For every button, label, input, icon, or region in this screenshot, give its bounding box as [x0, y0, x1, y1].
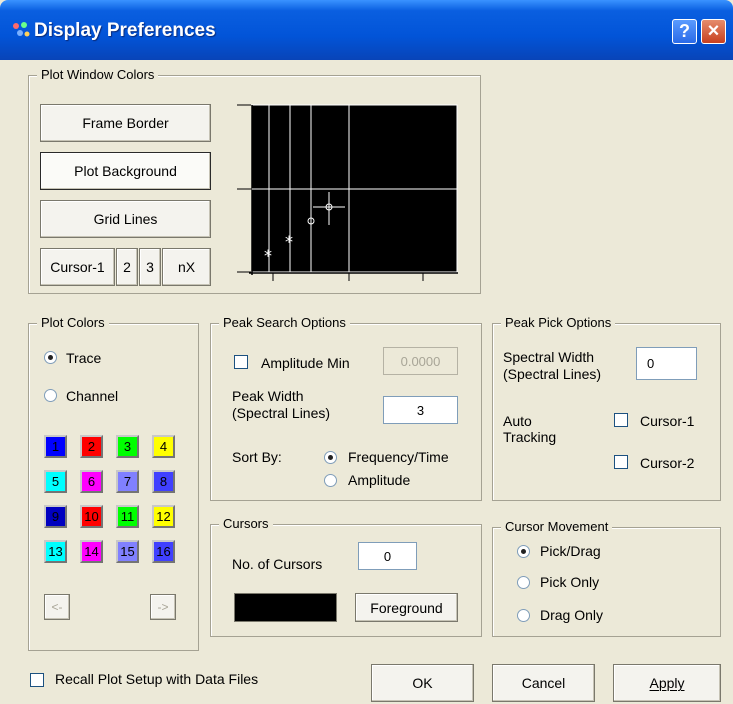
cursor1-color-button[interactable]: Cursor-1 — [40, 248, 115, 286]
sort-frequency-label: Frequency/Time — [348, 449, 449, 465]
color-swatch-10[interactable]: 10 — [80, 505, 103, 528]
nx-color-button[interactable]: nX — [162, 248, 211, 286]
recall-plot-setup-checkbox[interactable] — [30, 673, 44, 687]
drag-only-radio[interactable] — [517, 609, 530, 622]
color-swatch-2[interactable]: 2 — [80, 435, 103, 458]
peak-width-input[interactable]: 3 — [383, 396, 458, 424]
spectral-width-input[interactable]: 0 — [636, 347, 697, 380]
spectral-width-sublabel: (Spectral Lines) — [503, 366, 602, 382]
color-swatch-15[interactable]: 15 — [116, 540, 139, 563]
color-swatch-4[interactable]: 4 — [152, 435, 175, 458]
ok-button[interactable]: OK — [371, 664, 474, 702]
drag-only-label: Drag Only — [540, 607, 604, 623]
cursor-color-preview — [234, 593, 337, 622]
cancel-button[interactable]: Cancel — [492, 664, 595, 702]
apply-button[interactable]: Apply — [613, 664, 721, 702]
pick-only-label: Pick Only — [540, 574, 600, 590]
color-swatch-7[interactable]: 7 — [116, 470, 139, 493]
color-swatch-13[interactable]: 13 — [44, 540, 67, 563]
cursor-count-label: No. of Cursors — [232, 556, 323, 572]
color-swatch-5[interactable]: 5 — [44, 470, 67, 493]
amplitude-min-input[interactable]: 0.0000 — [383, 347, 458, 375]
auto-track-cursor1-checkbox[interactable] — [614, 413, 628, 427]
spectral-width-label: Spectral Width — [503, 349, 595, 365]
app-icon — [13, 22, 30, 37]
plot-preview: * * — [232, 97, 462, 282]
color-swatch-11[interactable]: 11 — [116, 505, 139, 528]
sort-by-label: Sort By: — [232, 449, 282, 465]
close-button[interactable]: × — [701, 19, 726, 44]
next-color-button[interactable]: -> — [150, 594, 176, 620]
cursor2-color-button[interactable]: 2 — [116, 248, 138, 286]
cursor-count-input[interactable]: 0 — [358, 542, 417, 570]
prev-color-button[interactable]: <- — [44, 594, 70, 620]
pick-only-radio[interactable] — [517, 576, 530, 589]
pick-drag-label: Pick/Drag — [540, 543, 601, 559]
peak-width-label: Peak Width — [232, 388, 304, 404]
sort-frequency-radio[interactable] — [324, 451, 337, 464]
title-bar[interactable]: Display Preferences ? × — [0, 0, 733, 60]
help-button[interactable]: ? — [672, 19, 697, 44]
cursors-label: Cursors — [219, 516, 273, 532]
recall-plot-setup-label: Recall Plot Setup with Data Files — [55, 671, 259, 687]
amplitude-min-checkbox[interactable] — [234, 355, 248, 369]
auto-tracking-label: Auto — [503, 413, 532, 429]
cursor3-color-button[interactable]: 3 — [139, 248, 161, 286]
trace-radio[interactable] — [44, 351, 57, 364]
window-title: Display Preferences — [34, 20, 216, 41]
plot-window-colors-label: Plot Window Colors — [37, 67, 159, 83]
auto-tracking-sublabel: Tracking — [503, 429, 557, 445]
plot-background-button[interactable]: Plot Background — [40, 152, 211, 190]
color-swatch-3[interactable]: 3 — [116, 435, 139, 458]
color-swatch-8[interactable]: 8 — [152, 470, 175, 493]
peak-search-label: Peak Search Options — [219, 315, 350, 331]
cursor-movement-label: Cursor Movement — [501, 519, 613, 535]
peak-pick-label: Peak Pick Options — [501, 315, 616, 331]
plot-colors-label: Plot Colors — [37, 315, 109, 331]
svg-text:*: * — [264, 246, 272, 265]
amplitude-min-label: Amplitude Min — [261, 355, 350, 371]
auto-track-cursor2-label: Cursor-2 — [640, 455, 695, 471]
pick-drag-radio[interactable] — [517, 545, 530, 558]
svg-text:*: * — [285, 232, 293, 251]
color-swatch-1[interactable]: 1 — [44, 435, 67, 458]
foreground-button[interactable]: Foreground — [355, 593, 458, 622]
peak-width-sublabel: (Spectral Lines) — [232, 405, 331, 421]
color-swatch-9[interactable]: 9 — [44, 505, 67, 528]
frame-border-button[interactable]: Frame Border — [40, 104, 211, 142]
color-swatch-12[interactable]: 12 — [152, 505, 175, 528]
grid-lines-button[interactable]: Grid Lines — [40, 200, 211, 238]
auto-track-cursor2-checkbox[interactable] — [614, 455, 628, 469]
color-swatch-14[interactable]: 14 — [80, 540, 103, 563]
sort-amplitude-radio[interactable] — [324, 474, 337, 487]
channel-radio[interactable] — [44, 389, 57, 402]
color-swatch-6[interactable]: 6 — [80, 470, 103, 493]
trace-label: Trace — [66, 350, 102, 366]
auto-track-cursor1-label: Cursor-1 — [640, 413, 695, 429]
sort-amplitude-label: Amplitude — [348, 472, 411, 488]
color-swatch-16[interactable]: 16 — [152, 540, 175, 563]
channel-label: Channel — [66, 388, 119, 404]
